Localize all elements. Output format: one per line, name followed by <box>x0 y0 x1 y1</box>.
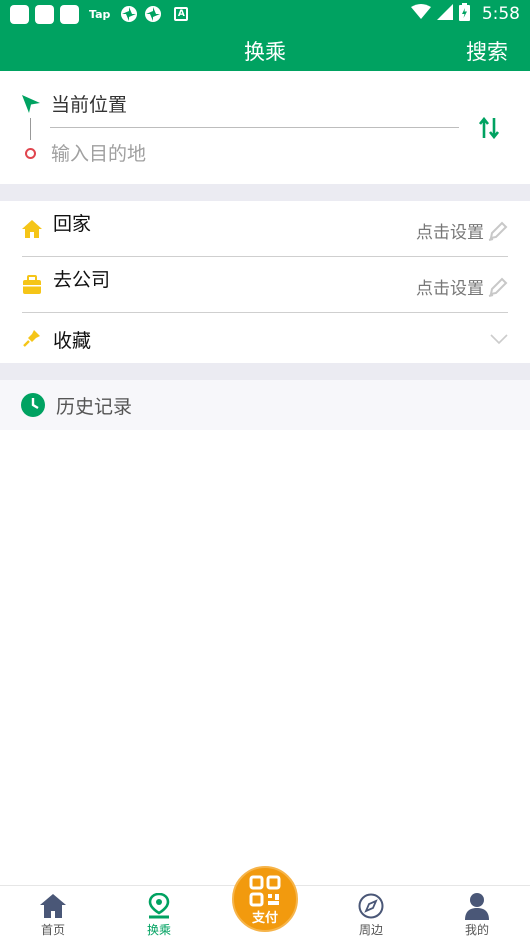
user-icon <box>463 892 491 920</box>
shortcut-label: 回家 <box>53 213 92 235</box>
wifi-icon <box>410 4 431 24</box>
set-company-button[interactable]: 点击设置 <box>416 274 508 299</box>
route-card: 当前位置 <box>0 71 530 184</box>
pay-label: 支付 <box>251 911 278 926</box>
qr-code-icon <box>249 875 281 907</box>
nav-home[interactable]: 首页 <box>13 886 93 940</box>
nav-label: 换乘 <box>146 923 171 937</box>
pay-button[interactable]: 支付 <box>232 866 298 932</box>
clock-icon <box>21 393 45 417</box>
swap-arrows-icon <box>479 117 499 139</box>
shortcut-company[interactable]: 去公司 点击设置 <box>0 257 530 313</box>
signal-icon <box>436 4 453 24</box>
history-label: 历史记录 <box>56 396 133 418</box>
nav-nearby[interactable]: 周边 <box>331 886 411 940</box>
nav-transfer[interactable]: 换乘 <box>119 886 199 940</box>
home-icon <box>21 218 43 240</box>
nav-label: 我的 <box>464 923 489 937</box>
shortcut-favorites[interactable]: 收藏 <box>0 313 530 363</box>
shortcut-home[interactable]: 回家 点击设置 <box>0 201 530 257</box>
pinwheel-icon <box>144 5 162 23</box>
pin-icon <box>21 327 43 349</box>
nav-label: 周边 <box>358 923 383 937</box>
route-divider <box>50 127 459 128</box>
set-label: 点击设置 <box>416 223 484 243</box>
location-arrow-icon <box>21 94 41 118</box>
title-bar: 换乘 搜索 <box>0 28 530 71</box>
set-home-button[interactable]: 点击设置 <box>416 218 508 243</box>
shortcut-label: 去公司 <box>53 269 111 291</box>
destination-dot-icon <box>25 148 36 159</box>
section-separator <box>0 363 530 380</box>
swap-button[interactable] <box>475 114 503 142</box>
section-separator <box>0 184 530 201</box>
briefcase-icon <box>21 274 43 296</box>
clock-time: 5:58 <box>481 4 520 24</box>
nav-label: 首页 <box>40 923 65 937</box>
status-bar-notifications: Tap A <box>10 4 189 24</box>
status-bar: Tap A 5:58 <box>0 0 530 28</box>
battery-icon <box>458 3 470 25</box>
pencil-icon <box>488 221 508 241</box>
route-connector <box>30 118 31 140</box>
history-section[interactable]: 历史记录 <box>0 380 530 430</box>
tap-icon: Tap <box>89 7 111 21</box>
set-label: 点击设置 <box>416 279 484 299</box>
shortcut-label: 收藏 <box>53 330 92 352</box>
a-icon: A <box>174 7 189 21</box>
pinwheel-icon <box>120 5 138 23</box>
app-notification-icon <box>60 4 79 24</box>
destination-input[interactable] <box>51 141 451 167</box>
nav-mine[interactable]: 我的 <box>437 886 517 940</box>
app-notification-icon <box>35 4 54 24</box>
app-notification-icon <box>10 4 29 24</box>
status-bar-system: 5:58 <box>410 3 520 25</box>
page-title: 换乘 <box>244 40 286 64</box>
chevron-down-icon[interactable] <box>490 330 508 349</box>
route-pin-icon <box>145 892 173 920</box>
pencil-icon <box>488 277 508 297</box>
search-button[interactable]: 搜索 <box>466 36 508 66</box>
compass-icon <box>357 892 385 920</box>
origin-field[interactable]: 当前位置 <box>51 90 127 117</box>
home-icon <box>39 892 67 920</box>
